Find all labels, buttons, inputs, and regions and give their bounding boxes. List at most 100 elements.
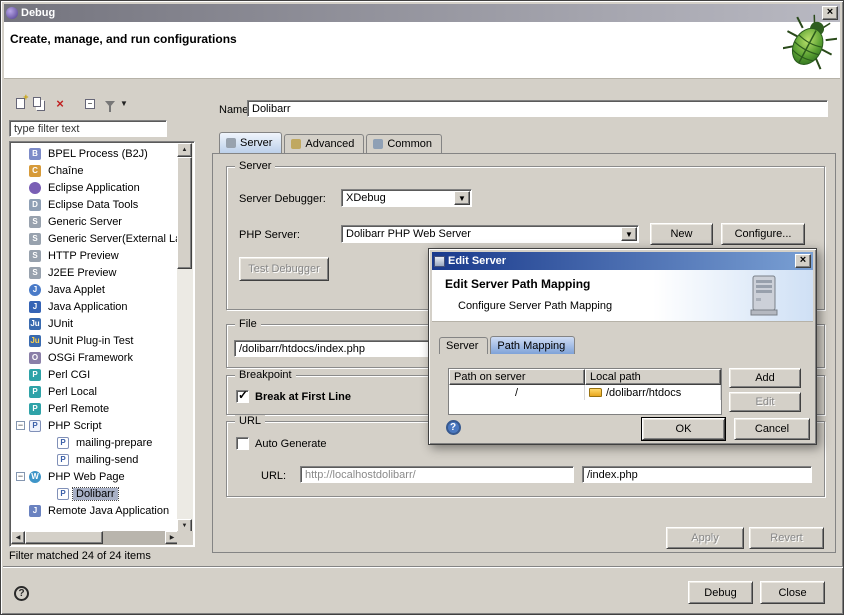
delete-configuration-button[interactable]: × <box>51 95 69 112</box>
column-path-on-server[interactable]: Path on server <box>449 369 585 385</box>
edit-server-title: Edit Server <box>448 255 795 267</box>
filter-icon <box>105 101 115 107</box>
tree-item-eclipse-data-tools[interactable]: DEclipse Data Tools <box>11 196 179 213</box>
tree-item-label: Perl Remote <box>45 403 112 415</box>
tree-item-java-application[interactable]: JJava Application <box>11 298 179 315</box>
scroll-up-button[interactable]: ▲ <box>177 143 192 157</box>
break-at-first-line-checkbox[interactable] <box>236 390 249 403</box>
advanced-tab-icon <box>291 139 301 149</box>
scroll-left-button[interactable]: ◀ <box>11 531 25 544</box>
edit-server-close-button[interactable]: × <box>795 254 811 268</box>
base-url-input[interactable] <box>300 466 574 483</box>
configure-server-button[interactable]: Configure... <box>721 223 805 245</box>
perl-icon: P <box>29 386 41 398</box>
php-server-combo[interactable]: Dolibarr PHP Web Server ▼ <box>341 225 639 243</box>
filter-status: Filter matched 24 of 24 items <box>9 550 151 562</box>
expander-icon[interactable]: − <box>16 472 25 481</box>
tree-item-java-applet[interactable]: JJava Applet <box>11 281 179 298</box>
tab-path-mapping[interactable]: Path Mapping <box>490 336 575 354</box>
configurations-tree-panel: BBPEL Process (B2J)CChaîneEclipse Applic… <box>9 141 195 547</box>
java-app-icon: J <box>29 301 41 313</box>
edit-mapping-button[interactable]: Edit <box>729 392 801 412</box>
tree-item-junit-plug-in-test[interactable]: JuJUnit Plug-in Test <box>11 332 179 349</box>
server-tab-icon <box>226 138 236 148</box>
auto-generate-checkbox[interactable] <box>236 437 249 450</box>
combo-dropdown-icon[interactable]: ▼ <box>454 191 470 205</box>
horizontal-scroll-thumb[interactable] <box>25 531 103 544</box>
edit-server-titlebar[interactable]: Edit Server × <box>432 252 813 270</box>
tab-advanced[interactable]: Advanced <box>284 134 364 153</box>
window-titlebar[interactable]: Debug × <box>4 4 840 22</box>
server-icon: S <box>29 250 41 262</box>
file-group-title: File <box>235 318 261 330</box>
php-page-icon: P <box>57 488 69 500</box>
new-server-button[interactable]: New <box>650 223 713 245</box>
tree-item-http-preview[interactable]: SHTTP Preview <box>11 247 179 264</box>
tree-item-dolibarr[interactable]: P Dolibarr <box>11 485 179 502</box>
horizontal-scrollbar[interactable]: ◀ ▶ <box>11 531 179 545</box>
column-local-path[interactable]: Local path <box>585 369 721 385</box>
vertical-scroll-thumb[interactable] <box>177 157 192 269</box>
server-icon <box>749 274 779 318</box>
collapse-all-button[interactable]: − <box>81 95 99 112</box>
tree-item-perl-local[interactable]: PPerl Local <box>11 383 179 400</box>
tree-item-label: PHP Script <box>45 420 105 432</box>
tab-edit-server[interactable]: Server <box>439 337 488 354</box>
new-configuration-button[interactable] <box>11 95 29 112</box>
tree-item-php-web-page[interactable]: −WPHP Web Page <box>11 468 179 485</box>
tree-item-generic-server-external-la[interactable]: SGeneric Server(External La <box>11 230 179 247</box>
tree-item-php-script[interactable]: −PPHP Script <box>11 417 179 434</box>
tree-item-mailing-send[interactable]: Pmailing-send <box>11 451 179 468</box>
edit-dialog-help-button[interactable]: ? <box>443 417 463 437</box>
debug-button[interactable]: Debug <box>688 581 753 604</box>
revert-button[interactable]: Revert <box>749 527 824 549</box>
tree-item-bpel-process-b2j[interactable]: BBPEL Process (B2J) <box>11 145 179 162</box>
tree-item-perl-remote[interactable]: PPerl Remote <box>11 400 179 417</box>
tree-item-j2ee-preview[interactable]: SJ2EE Preview <box>11 264 179 281</box>
ok-button[interactable]: OK <box>642 418 725 440</box>
combo-dropdown-icon[interactable]: ▼ <box>621 227 637 241</box>
php-file-icon: P <box>57 454 69 466</box>
help-button[interactable]: ? <box>9 581 34 605</box>
tab-path-mapping-label: Path Mapping <box>497 340 565 352</box>
tree-item-mailing-prepare[interactable]: Pmailing-prepare <box>11 434 179 451</box>
chaine-icon: C <box>29 165 41 177</box>
url-path-input[interactable] <box>582 466 812 483</box>
tree-item-remote-java-application[interactable]: JRemote Java Application <box>11 502 179 519</box>
name-input[interactable] <box>247 100 828 117</box>
tree-item-cha-ne[interactable]: CChaîne <box>11 162 179 179</box>
eclipse-app-icon <box>29 182 41 194</box>
tree-item-label: J2EE Preview <box>45 267 119 279</box>
server-debugger-combo[interactable]: XDebug ▼ <box>341 189 472 207</box>
tree-item-label: Generic Server(External La <box>45 233 179 245</box>
view-menu-button[interactable]: ▼ <box>118 95 130 112</box>
tree-item-label: Eclipse Data Tools <box>45 199 141 211</box>
filter-input[interactable] <box>9 120 167 137</box>
cancel-button[interactable]: Cancel <box>734 418 810 440</box>
tab-common[interactable]: Common <box>366 134 442 153</box>
tree-item-label: JUnit <box>45 318 76 330</box>
tree-item-label: Perl CGI <box>45 369 93 381</box>
mapping-row[interactable]: //dolibarr/htdocs <box>449 385 721 400</box>
filter-button[interactable] <box>101 95 119 112</box>
breakpoint-group-title: Breakpoint <box>235 369 296 381</box>
php-file-icon: P <box>57 437 69 449</box>
tab-server[interactable]: Server <box>219 132 282 153</box>
vertical-scrollbar[interactable]: ▲ ▼ <box>177 143 193 533</box>
url-group-title: URL <box>235 415 265 427</box>
tree-item-junit[interactable]: JuJUnit <box>11 315 179 332</box>
tree-item-generic-server[interactable]: SGeneric Server <box>11 213 179 230</box>
apply-button[interactable]: Apply <box>666 527 744 549</box>
tree-item-perl-cgi[interactable]: PPerl CGI <box>11 366 179 383</box>
test-debugger-button[interactable]: Test Debugger <box>239 257 329 281</box>
add-mapping-button[interactable]: Add <box>729 368 801 388</box>
duplicate-icon <box>33 97 41 107</box>
local-path-cell: /dolibarr/htdocs <box>606 387 681 399</box>
expander-icon[interactable]: − <box>16 421 25 430</box>
close-button[interactable]: Close <box>760 581 825 604</box>
tree-item-label: Dolibarr <box>73 488 118 500</box>
java-remote-icon: J <box>29 505 41 517</box>
tree-item-osgi-framework[interactable]: OOSGi Framework <box>11 349 179 366</box>
duplicate-configuration-button[interactable] <box>30 95 48 112</box>
tree-item-eclipse-application[interactable]: Eclipse Application <box>11 179 179 196</box>
